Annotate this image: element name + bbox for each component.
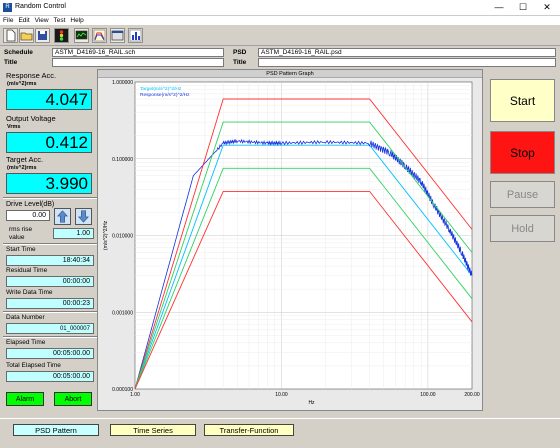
residual-time-label: Residual Time [6,267,48,274]
start-button[interactable]: Start [490,79,555,122]
elapsed-time-value: 00:05:00.00 [6,348,94,359]
x-tick-label: 1.00 [130,392,140,398]
tab-time-series[interactable]: Time Series [110,424,196,436]
stop-button[interactable]: Stop [490,131,555,174]
monitor-icon[interactable] [74,28,89,43]
y-tick-label: 0.010000 [112,234,133,240]
start-time-label: Start Time [6,246,36,253]
rms-rise-label: rms rise [9,226,33,233]
psd-field[interactable]: ASTM_D4169-16_RAIL.psd [258,48,556,57]
menu-help[interactable]: Help [70,16,83,25]
y-tick-label: 0.100000 [112,157,133,163]
y-tick-label: 0.001000 [112,310,133,316]
title-bar: R Random Control — ☐ ✕ [0,0,560,16]
target-acc-value: 3.990 [6,173,92,194]
divider [3,336,98,338]
open-folder-icon[interactable] [19,28,34,43]
psd-chart[interactable]: 1.0000000.1000000.0100000.0010000.000100… [98,79,482,411]
target-acc-label: Target Acc. [6,155,44,164]
status-panel: Response Acc. (m/s^2)rms 4.047 Output Vo… [3,69,98,411]
increase-level-button[interactable] [54,208,71,225]
psd-graph-panel: PSD Pattern Graph 1.000000 0.100000 0.0100… [97,69,483,411]
legend-entry: Target(m/s^2)^2/Hz [140,86,182,92]
x-axis-label: Hz [308,400,315,406]
decrease-level-button[interactable] [75,208,92,225]
response-acc-unit: (m/s^2)rms [7,81,37,87]
write-data-time-label: Write Data Time [6,289,53,296]
new-file-icon[interactable] [3,28,18,43]
elapsed-time-label: Elapsed Time [6,339,46,346]
psd-title-label: Title [233,59,247,66]
legend-entry: Response(m/s^2)^2/Hz [140,92,190,98]
response-acc-label: Response Acc. [6,71,57,80]
bottom-tab-bar: PSD Pattern Time Series Transfer-Functio… [0,418,560,448]
save-icon[interactable] [35,28,50,43]
menu-test[interactable]: Test [54,16,66,25]
total-elapsed-time-label: Total Elapsed Time [6,362,61,369]
menu-bar: File Edit View Test Help [0,16,560,25]
toolbar [0,26,560,46]
x-tick-label: 10.00 [275,392,288,398]
window-title: Random Control [15,3,66,10]
x-tick-label: 100.00 [420,392,436,398]
drive-level-label: Drive Level(dB) [6,201,55,208]
close-button[interactable]: ✕ [536,1,558,14]
write-data-time-value: 00:00:23 [6,298,94,309]
divider [3,197,98,199]
rms-rise-value[interactable]: 1.00 [53,228,94,239]
alarm-indicator[interactable]: Alarm [6,392,44,406]
output-voltage-unit: Vrms [7,124,21,130]
residual-time-value: 00:00:00 [6,276,94,287]
total-elapsed-time-value: 00:05:00.00 [6,371,94,382]
drive-level-value[interactable]: 0.00 [6,210,50,221]
app-icon: R [3,3,12,12]
window-icon[interactable] [110,28,125,43]
arrow-up-icon [57,210,68,223]
y-tick-label: 1.000000 [112,80,133,86]
arrow-down-icon [78,210,89,223]
psd-title-field[interactable] [258,58,556,67]
response-acc-value: 4.047 [6,89,92,110]
data-number-label: Data Number [6,314,45,321]
title-label: Title [4,59,18,66]
divider [3,311,98,313]
traffic-light-icon[interactable] [54,28,69,43]
hold-button[interactable]: Hold [490,215,555,242]
psd-chart-icon[interactable] [92,28,107,43]
tab-transfer-function[interactable]: Transfer-Function [204,424,294,436]
output-voltage-label: Output Voltage [6,114,56,123]
schedule-field[interactable]: ASTM_D4169-16_RAIL.sch [52,48,224,57]
menu-view[interactable]: View [35,16,49,25]
abort-button[interactable]: Abort [54,392,92,406]
output-voltage-value: 0.412 [6,132,92,153]
title-field[interactable] [52,58,224,67]
tab-psd-pattern[interactable]: PSD Pattern [13,424,99,436]
minimize-button[interactable]: — [488,1,510,14]
psd-label: PSD [233,49,247,56]
x-tick-label: 200.00 [464,392,480,398]
rms-rise-label-2: value [9,234,25,241]
y-axis-label: (m/s^2)^2/Hz [103,220,109,250]
pause-button[interactable]: Pause [490,181,555,208]
maximize-button[interactable]: ☐ [512,1,534,14]
menu-file[interactable]: File [3,16,13,25]
bar-chart-icon[interactable] [128,28,143,43]
menu-edit[interactable]: Edit [18,16,29,25]
divider [3,243,98,245]
start-time-value: 18:40:34 [6,255,94,266]
graph-title: PSD Pattern Graph [98,70,482,78]
schedule-label: Schedule [4,49,33,56]
data-number-value: 01_000007 [6,323,94,334]
target-acc-unit: (m/s^2)rms [7,165,37,171]
